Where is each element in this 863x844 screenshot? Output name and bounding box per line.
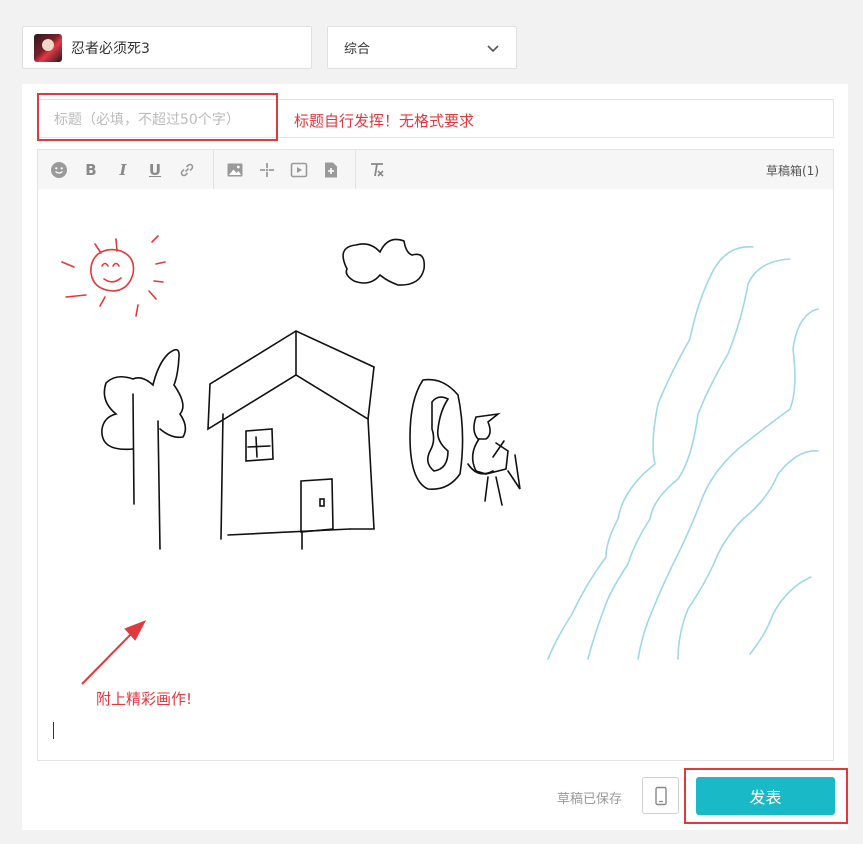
- saved-status: 草稿已保存: [557, 792, 623, 807]
- sparkle-icon[interactable]: [257, 160, 277, 180]
- clear-format-icon[interactable]: [367, 160, 387, 180]
- image-icon[interactable]: [225, 160, 245, 180]
- game-name: 忍者必须死3: [71, 40, 150, 57]
- editor-content[interactable]: 附上精彩画作!: [37, 189, 834, 761]
- category-dropdown[interactable]: 综合: [327, 26, 517, 69]
- house-drawing: [207, 330, 375, 550]
- link-icon[interactable]: [177, 160, 197, 180]
- bold-icon[interactable]: B: [81, 160, 101, 180]
- toolbar-divider: [355, 150, 356, 189]
- mobile-phone-icon: [654, 786, 667, 805]
- publish-button[interactable]: 发表: [696, 777, 835, 815]
- river-drawing: [547, 246, 819, 660]
- drawing-image: [61, 235, 819, 685]
- drafts-button[interactable]: 草稿箱(1): [766, 162, 819, 179]
- editor-toolbar: B I U 草稿箱(1): [37, 149, 834, 189]
- title-input[interactable]: [52, 100, 276, 139]
- underline-icon[interactable]: U: [145, 160, 165, 180]
- sun-drawing: [61, 235, 166, 317]
- toolbar-divider: [213, 150, 214, 189]
- italic-icon[interactable]: I: [113, 160, 133, 180]
- title-annotation: 标题自行发挥！无格式要求: [294, 112, 475, 130]
- chevron-down-icon: [487, 44, 499, 52]
- text-caret: [53, 722, 54, 739]
- video-icon[interactable]: [289, 160, 309, 180]
- drawing-annotation: 附上精彩画作!: [96, 690, 193, 708]
- game-avatar: [34, 33, 62, 62]
- game-selector[interactable]: 忍者必须死3: [22, 26, 312, 69]
- creature-drawing: [409, 378, 521, 506]
- category-label: 综合: [344, 42, 371, 57]
- tree-drawing: [101, 348, 187, 550]
- cloud-drawing: [342, 238, 426, 286]
- emoji-icon[interactable]: [49, 160, 69, 180]
- mobile-preview-button[interactable]: [642, 777, 679, 814]
- file-icon[interactable]: [321, 160, 341, 180]
- arrow-drawing: [81, 620, 147, 685]
